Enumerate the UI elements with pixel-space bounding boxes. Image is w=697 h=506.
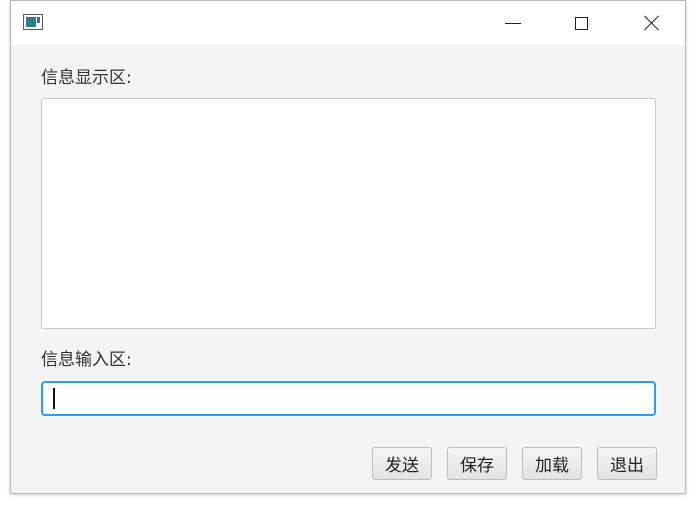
minimize-icon	[505, 22, 521, 24]
input-area-label: 信息输入区:	[41, 350, 132, 370]
text-caret	[53, 388, 55, 409]
close-icon	[644, 15, 660, 31]
title-bar[interactable]	[11, 1, 685, 45]
maximize-button[interactable]	[546, 1, 616, 45]
maximize-icon	[574, 16, 588, 30]
exit-button[interactable]: 退出	[597, 447, 657, 480]
message-display-area[interactable]	[41, 98, 656, 329]
app-window: 信息显示区: 信息输入区: 发送 保存 加载 退出	[10, 0, 686, 494]
app-icon	[23, 14, 43, 30]
message-input-field[interactable]	[41, 381, 656, 416]
display-area-label: 信息显示区:	[41, 68, 132, 88]
load-button[interactable]: 加载	[522, 447, 582, 480]
close-button[interactable]	[617, 1, 687, 45]
save-button[interactable]: 保存	[447, 447, 507, 480]
send-button[interactable]: 发送	[372, 447, 432, 480]
minimize-button[interactable]	[478, 1, 548, 45]
